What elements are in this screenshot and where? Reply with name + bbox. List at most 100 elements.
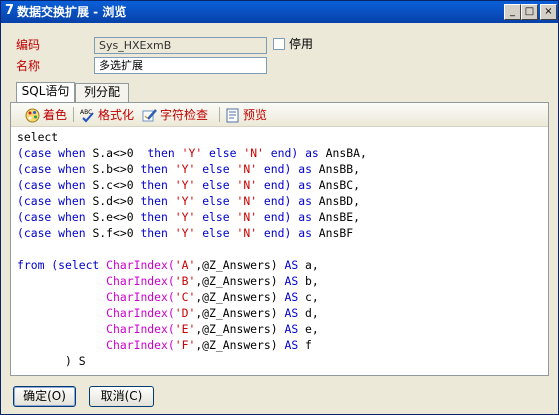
code-token: c, bbox=[305, 290, 319, 304]
code-token: 'F' bbox=[174, 338, 196, 352]
maximize-button[interactable]: □ bbox=[521, 4, 538, 20]
preview-label: 预览 bbox=[243, 108, 268, 122]
disable-checkbox[interactable] bbox=[273, 38, 285, 50]
code-token: 'N' bbox=[236, 162, 264, 176]
code-token: AnsBF bbox=[318, 226, 354, 240]
code-line: (case when S.b<>0 then 'Y' else 'N' end)… bbox=[17, 161, 545, 177]
cancel-button[interactable]: 取消(C) bbox=[89, 386, 154, 407]
code-token: 'Y' bbox=[174, 162, 203, 176]
code-token: 'A' bbox=[174, 258, 196, 272]
code-line: CharIndex('D',@Z_Answers) AS d, bbox=[17, 305, 545, 321]
colorize-label: 着色 bbox=[43, 108, 68, 122]
code-token: end) as bbox=[263, 162, 319, 176]
code-token: CharIndex( bbox=[106, 290, 175, 304]
code-token: CharIndex( bbox=[106, 306, 175, 320]
sql-editor[interactable]: select (case when S.a<>0 then 'Y' else 'N… bbox=[17, 129, 545, 373]
code-token: (case when bbox=[17, 194, 93, 208]
preview-button[interactable]: 预览 bbox=[225, 107, 271, 123]
code-token: e, bbox=[305, 322, 319, 336]
code-line: CharIndex('F',@Z_Answers) AS f bbox=[17, 337, 545, 353]
code-token: ,@Z_Answers) bbox=[195, 274, 285, 288]
code-token: (case when bbox=[17, 210, 93, 224]
char-check-label: 字符检查 bbox=[160, 108, 209, 122]
code-token: AnsBA, bbox=[325, 146, 367, 160]
code-token: (case when bbox=[17, 146, 93, 160]
code-line: (case when S.d<>0 then 'Y' else 'N' end)… bbox=[17, 193, 545, 209]
code-line: select bbox=[17, 129, 545, 145]
pen-check-icon bbox=[142, 109, 157, 122]
code-token: end) as bbox=[263, 226, 319, 240]
toolbar-separator bbox=[73, 107, 74, 122]
code-line: (case when S.f<>0 then 'Y' else 'N' end)… bbox=[17, 225, 545, 241]
code-token: CharIndex( bbox=[106, 338, 175, 352]
code-token: a, bbox=[305, 258, 319, 272]
code-token: f bbox=[305, 338, 312, 352]
code-token: (case when bbox=[17, 162, 93, 176]
code-token: AnsBD, bbox=[318, 194, 360, 208]
code-line: ) S bbox=[17, 353, 545, 369]
code-token: b, bbox=[305, 274, 319, 288]
code-token: AnsBC, bbox=[318, 178, 360, 192]
dialog-window: 7 数据交换扩展 - 浏览 _ □ × 编码 Sys_HXExmB 停用 名称 … bbox=[0, 0, 559, 415]
code-token: S.f<>0 bbox=[92, 226, 141, 240]
code-token: then bbox=[140, 226, 175, 240]
code-token: end) as bbox=[263, 194, 319, 208]
code-token: else bbox=[202, 162, 237, 176]
code-field[interactable]: Sys_HXExmB bbox=[94, 37, 267, 54]
colorize-button[interactable]: 着色 bbox=[25, 107, 69, 123]
code-token: from (select bbox=[17, 258, 107, 272]
document-preview-icon bbox=[226, 108, 239, 123]
code-token: S.c<>0 bbox=[92, 178, 141, 192]
code-token: else bbox=[202, 178, 237, 192]
code-token: S.d<>0 bbox=[92, 194, 141, 208]
code-token: ) S bbox=[17, 354, 86, 368]
code-token: AS bbox=[284, 274, 306, 288]
window-title: 数据交换扩展 - 浏览 bbox=[17, 5, 127, 19]
toolbar-separator bbox=[219, 107, 220, 122]
code-token: else bbox=[202, 210, 237, 224]
code-token: then bbox=[140, 194, 175, 208]
code-token: S.e<>0 bbox=[92, 210, 141, 224]
code-token: d, bbox=[305, 306, 319, 320]
code-token: 'Y' bbox=[174, 210, 203, 224]
code-line: CharIndex('C',@Z_Answers) AS c, bbox=[17, 289, 545, 305]
code-token: end) as bbox=[263, 210, 319, 224]
title-bar[interactable]: 7 数据交换扩展 - 浏览 _ □ × bbox=[1, 1, 558, 23]
code-token: 'E' bbox=[174, 322, 196, 336]
code-token: 'N' bbox=[243, 146, 271, 160]
code-token: CharIndex( bbox=[106, 258, 175, 272]
code-token: else bbox=[209, 146, 244, 160]
format-button[interactable]: ABC 格式化 bbox=[80, 107, 140, 123]
code-token: ,@Z_Answers) bbox=[195, 306, 285, 320]
code-line: CharIndex('B',@Z_Answers) AS b, bbox=[17, 273, 545, 289]
code-token: end) as bbox=[270, 146, 326, 160]
code-token: select bbox=[17, 130, 59, 144]
code-token: AS bbox=[284, 306, 306, 320]
code-token: then bbox=[140, 162, 175, 176]
code-line: (case when S.a<>0 then 'Y' else 'N' end)… bbox=[17, 145, 545, 161]
code-label: 编码 bbox=[16, 38, 41, 52]
char-check-button[interactable]: 字符检查 bbox=[142, 107, 216, 123]
tab-column-assign[interactable]: 列分配 bbox=[75, 83, 129, 102]
name-field[interactable]: 多选扩展 bbox=[94, 57, 267, 74]
ok-button[interactable]: 确定(O) bbox=[13, 386, 76, 407]
tab-sql[interactable]: SQL语句 bbox=[16, 82, 75, 102]
editor-toolbar: 着色 ABC 格式化 字符检查 预览 bbox=[11, 103, 548, 127]
code-token: 'N' bbox=[236, 226, 264, 240]
code-token: then bbox=[140, 210, 175, 224]
code-token: S.b<>0 bbox=[92, 162, 141, 176]
minimize-button[interactable]: _ bbox=[504, 4, 521, 20]
code-line: CharIndex('E',@Z_Answers) AS e, bbox=[17, 321, 545, 337]
palette-icon bbox=[25, 108, 40, 123]
code-token: end) as bbox=[263, 178, 319, 192]
close-button[interactable]: × bbox=[540, 4, 557, 20]
code-token: 'Y' bbox=[174, 194, 203, 208]
code-token: 'B' bbox=[174, 274, 196, 288]
code-token: else bbox=[202, 194, 237, 208]
code-token: AS bbox=[284, 258, 306, 272]
